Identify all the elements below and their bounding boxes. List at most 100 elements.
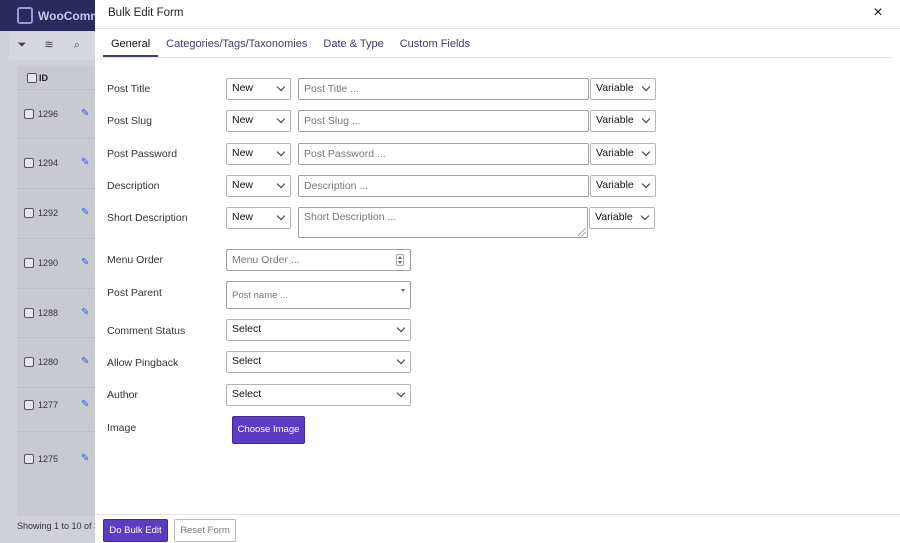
author-select[interactable]: Select bbox=[226, 384, 411, 406]
menu-order-placeholder: Menu Order ... bbox=[232, 254, 300, 266]
comment-status-label: Comment Status bbox=[107, 325, 186, 337]
edit-pencil-icon[interactable]: ✎ bbox=[81, 257, 89, 268]
chevron-down-icon bbox=[396, 388, 406, 398]
menu-order-input[interactable]: Menu Order ... bbox=[226, 249, 411, 271]
description-variable-select[interactable]: Variable bbox=[590, 175, 656, 197]
spinner-arrows-icon[interactable] bbox=[396, 254, 404, 266]
allow-pingback-select[interactable]: Select bbox=[226, 351, 411, 373]
description-variable-value: Variable bbox=[596, 179, 634, 191]
post-password-variable-select[interactable]: Variable bbox=[590, 143, 656, 165]
post-title-mode-select[interactable]: New bbox=[226, 78, 291, 100]
row-checkbox[interactable] bbox=[24, 158, 34, 168]
edit-pencil-icon[interactable]: ✎ bbox=[81, 356, 89, 367]
close-icon[interactable]: × bbox=[870, 5, 886, 21]
row-checkbox[interactable] bbox=[24, 454, 34, 464]
row-id: 1275 bbox=[38, 454, 59, 464]
row-id: 1288 bbox=[38, 308, 59, 318]
comment-status-value: Select bbox=[232, 323, 262, 335]
short-description-label: Short Description bbox=[107, 212, 188, 224]
post-title-input[interactable]: Post Title ... bbox=[298, 78, 589, 100]
short-description-textarea[interactable]: Short Description ... bbox=[298, 207, 588, 238]
choose-image-button[interactable]: Choose Image bbox=[232, 416, 305, 444]
filter-icon[interactable]: ⏷ bbox=[15, 38, 29, 52]
post-title-variable-value: Variable bbox=[596, 82, 634, 94]
author-label: Author bbox=[107, 389, 138, 401]
title-divider bbox=[95, 28, 900, 29]
post-title-label: Post Title bbox=[107, 83, 151, 95]
tab-categories-tags-taxonomies[interactable]: Categories/Tags/Taxonomies bbox=[158, 30, 315, 57]
reset-form-button[interactable]: Reset Form bbox=[174, 519, 236, 542]
table-row[interactable]: 1288 ✎ bbox=[17, 288, 107, 337]
row-checkbox[interactable] bbox=[24, 308, 34, 318]
tab-general[interactable]: General bbox=[103, 30, 159, 57]
post-title-mode-value: New bbox=[232, 82, 254, 94]
post-slug-variable-select[interactable]: Variable bbox=[590, 110, 656, 132]
edit-pencil-icon[interactable]: ✎ bbox=[81, 399, 89, 410]
resize-handle-icon[interactable] bbox=[578, 228, 586, 236]
edit-pencil-icon[interactable]: ✎ bbox=[81, 108, 89, 119]
table-row[interactable]: 1292 ✎ bbox=[17, 188, 107, 238]
post-parent-placeholder: Post name ... bbox=[232, 290, 288, 301]
post-slug-input[interactable]: Post Slug ... bbox=[298, 110, 589, 132]
short-description-variable-select[interactable]: Variable bbox=[589, 207, 655, 229]
do-bulk-edit-button[interactable]: Do Bulk Edit bbox=[103, 519, 168, 542]
description-mode-value: New bbox=[232, 179, 254, 191]
chevron-down-icon bbox=[276, 147, 286, 157]
table-row[interactable]: 1296 ✎ bbox=[17, 89, 107, 138]
description-mode-select[interactable]: New bbox=[226, 175, 291, 197]
table-row[interactable]: 1275 ✎ bbox=[17, 431, 107, 501]
row-checkbox[interactable] bbox=[24, 258, 34, 268]
table-row[interactable]: 1294 ✎ bbox=[17, 138, 107, 188]
row-id: 1292 bbox=[38, 208, 59, 218]
id-column-label: ID bbox=[39, 73, 48, 83]
row-checkbox[interactable] bbox=[24, 109, 34, 119]
tab-date-type[interactable]: Date & Type bbox=[315, 30, 391, 57]
chevron-down-icon bbox=[641, 179, 651, 189]
short-description-mode-select[interactable]: New bbox=[226, 207, 291, 229]
short-description-variable-value: Variable bbox=[595, 211, 633, 223]
edit-pencil-icon[interactable]: ✎ bbox=[81, 307, 89, 318]
post-password-mode-select[interactable]: New bbox=[226, 143, 291, 165]
edit-pencil-icon[interactable]: ✎ bbox=[81, 207, 89, 218]
edit-pencil-icon[interactable]: ✎ bbox=[81, 157, 89, 168]
post-password-input[interactable]: Post Password ... bbox=[298, 143, 589, 165]
post-slug-variable-value: Variable bbox=[596, 114, 634, 126]
chevron-down-icon bbox=[396, 355, 406, 365]
search-icon[interactable]: ⌕ bbox=[70, 38, 84, 52]
allow-pingback-value: Select bbox=[232, 355, 262, 367]
chevron-down-icon bbox=[396, 323, 406, 333]
bulk-edit-panel: Bulk Edit Form × General Categories/Tags… bbox=[95, 0, 900, 543]
description-label: Description bbox=[107, 180, 160, 192]
description-input[interactable]: Description ... bbox=[298, 175, 589, 197]
post-slug-mode-select[interactable]: New bbox=[226, 110, 291, 132]
table-row[interactable]: 1280 ✎ bbox=[17, 337, 107, 387]
chevron-down-icon bbox=[276, 179, 286, 189]
layers-icon[interactable]: ≋ bbox=[42, 38, 56, 52]
chevron-down-icon bbox=[641, 147, 651, 157]
edit-pencil-icon[interactable]: ✎ bbox=[81, 453, 89, 464]
row-id: 1280 bbox=[38, 357, 59, 367]
row-id: 1290 bbox=[38, 258, 59, 268]
caret-down-icon bbox=[401, 289, 405, 292]
row-checkbox[interactable] bbox=[24, 357, 34, 367]
row-checkbox[interactable] bbox=[24, 208, 34, 218]
chevron-down-icon bbox=[276, 211, 286, 221]
table-row[interactable]: 1290 ✎ bbox=[17, 238, 107, 288]
chevron-down-icon bbox=[276, 114, 286, 124]
row-checkbox[interactable] bbox=[24, 400, 34, 410]
comment-status-select[interactable]: Select bbox=[226, 319, 411, 341]
row-id: 1277 bbox=[38, 400, 59, 410]
post-slug-mode-value: New bbox=[232, 114, 254, 126]
post-parent-combobox[interactable]: Post name ... bbox=[226, 281, 411, 309]
chevron-down-icon bbox=[276, 82, 286, 92]
post-password-label: Post Password bbox=[107, 148, 178, 160]
table-row[interactable]: 1277 ✎ bbox=[17, 387, 107, 431]
post-title-variable-select[interactable]: Variable bbox=[590, 78, 656, 100]
post-slug-label: Post Slug bbox=[107, 115, 152, 127]
row-id: 1294 bbox=[38, 158, 59, 168]
post-password-variable-value: Variable bbox=[596, 147, 634, 159]
author-value: Select bbox=[232, 388, 262, 400]
row-id: 1296 bbox=[38, 109, 59, 119]
select-all-checkbox[interactable] bbox=[27, 73, 37, 83]
tab-custom-fields[interactable]: Custom Fields bbox=[392, 30, 478, 57]
